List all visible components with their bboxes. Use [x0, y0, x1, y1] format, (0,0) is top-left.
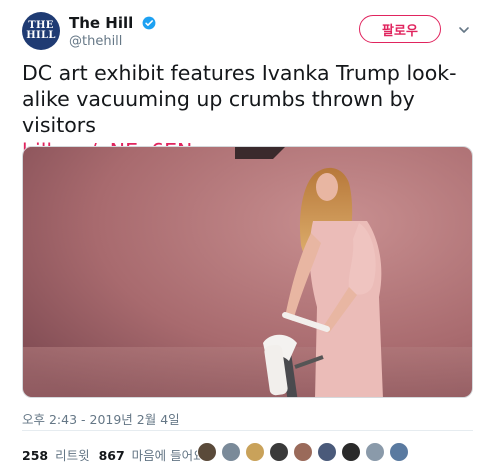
verified-badge-icon — [142, 16, 156, 29]
chevron-down-icon[interactable] — [458, 24, 470, 36]
avatar[interactable]: THE HILL — [22, 12, 60, 50]
like-stat[interactable]: 867 마음에 들어요 — [99, 445, 205, 464]
display-name[interactable]: The Hill — [69, 14, 133, 32]
liker-avatar[interactable] — [365, 442, 385, 462]
retweet-label: 리트윗 — [55, 448, 90, 463]
retweet-count: 258 — [22, 448, 49, 463]
liker-avatars — [197, 442, 413, 462]
tweet-media-photo[interactable] — [22, 146, 473, 398]
retweet-stat[interactable]: 258 리트윗 — [22, 445, 90, 464]
handle[interactable]: @thehill — [69, 34, 156, 49]
avatar-text-line2: HILL — [26, 30, 56, 41]
tweet-text: DC art exhibit features Ivanka Trump loo… — [22, 61, 457, 137]
like-count: 867 — [98, 448, 125, 463]
tweet-timestamp[interactable]: 오후 2:43 - 2019년 2월 4일 — [22, 409, 180, 428]
liker-avatar[interactable] — [317, 442, 337, 462]
like-label: 마음에 들어요 — [131, 448, 205, 463]
tweet-stats: 258 리트윗 867 마음에 들어요 — [22, 445, 214, 464]
follow-button[interactable]: 팔로우 — [359, 15, 441, 43]
photo-ivanka-lookalike-vacuuming — [23, 147, 472, 397]
liker-avatar[interactable] — [341, 442, 361, 462]
divider-top — [22, 430, 473, 431]
liker-avatar[interactable] — [221, 442, 241, 462]
account-names: The Hill @thehill — [69, 12, 156, 49]
liker-avatar[interactable] — [269, 442, 289, 462]
liker-avatar[interactable] — [293, 442, 313, 462]
liker-avatar[interactable] — [245, 442, 265, 462]
tweet-header: THE HILL The Hill @thehill 팔로우 — [14, 10, 486, 54]
liker-avatar[interactable] — [389, 442, 409, 462]
liker-avatar[interactable] — [197, 442, 217, 462]
